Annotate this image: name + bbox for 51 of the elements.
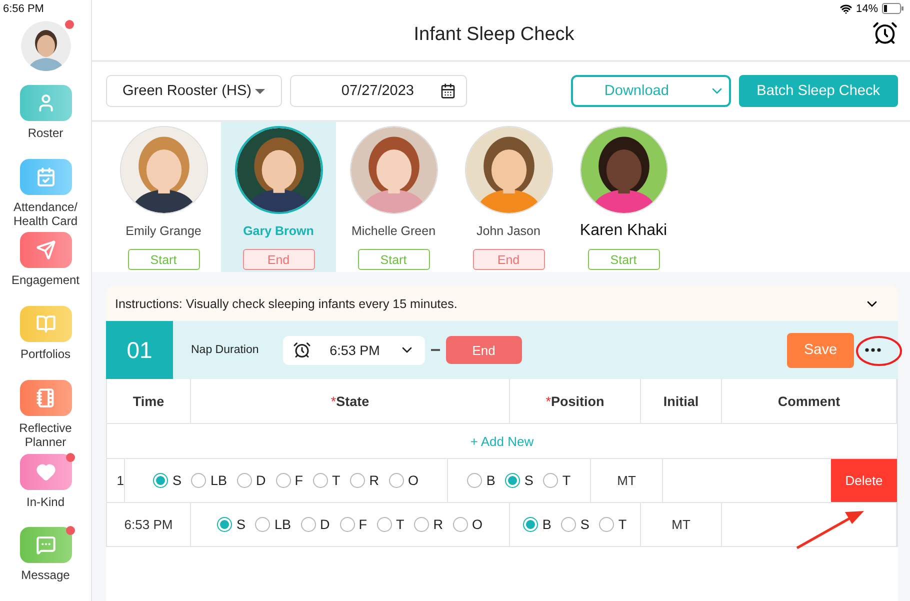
column-header: Comment: [722, 379, 897, 423]
initial-text: MT: [672, 517, 690, 532]
child-name: Gary Brown: [243, 223, 314, 240]
page-title: Infant Sleep Check: [412, 24, 576, 46]
sidebar-item[interactable]: Roster: [0, 85, 90, 159]
time-text: 6:53 PM: [124, 517, 173, 532]
column-header: Time: [107, 379, 191, 423]
date-field[interactable]: 07/27/2023: [290, 75, 467, 107]
alarm-clock-icon[interactable]: [872, 20, 898, 46]
sidebar-item[interactable]: Message: [0, 527, 90, 601]
annotation-arrow: [796, 511, 864, 550]
open-book-icon: [36, 314, 56, 334]
heart-icon: [36, 462, 56, 482]
chat-icon: [36, 535, 56, 556]
paper-plane-icon: [36, 240, 56, 260]
child-card[interactable]: John Jason End: [451, 122, 566, 272]
battery-icon: [882, 3, 904, 14]
column-header: *State: [191, 379, 510, 423]
wifi-icon: [840, 2, 852, 14]
radio-option[interactable]: LB: [255, 517, 291, 532]
child-card[interactable]: Karen Khaki Start: [566, 122, 681, 272]
instructions-text: Instructions: Visually check sleeping infants every 15 minutes.: [115, 296, 458, 310]
calendar-check-icon: [36, 166, 56, 187]
initial-text: MT: [617, 473, 636, 488]
sidebar-item[interactable]: Reflective Planner: [0, 380, 90, 454]
nap-label: Nap Duration: [191, 344, 259, 356]
child-name: Karen Khaki: [580, 222, 668, 240]
child-card[interactable]: Emily Grange Start: [106, 122, 221, 272]
sidebar-item[interactable]: Attendance/ Health Card: [0, 158, 90, 232]
delete-button[interactable]: Delete: [831, 459, 897, 502]
child-name: John Jason: [476, 223, 540, 240]
annotation-circle: [856, 336, 902, 366]
time-text: 1: [116, 473, 124, 488]
sidebar-item[interactable]: Engagement: [0, 232, 90, 306]
column-header: *Position: [510, 379, 641, 423]
notebook-icon: [36, 388, 56, 408]
battery-percent: 14%: [856, 2, 878, 14]
sidebar-item[interactable]: In-Kind: [0, 454, 90, 528]
child-card[interactable]: Michelle Green Start: [336, 122, 451, 272]
child-name: Michelle Green: [351, 223, 436, 240]
status-time: 6:56 PM: [3, 3, 44, 15]
child-name: Emily Grange: [126, 223, 202, 240]
alarm-clock-icon: [292, 341, 311, 359]
column-header: Initial: [641, 379, 722, 423]
time-picker[interactable]: 6:53 PM: [282, 336, 425, 364]
calendar-icon: [440, 83, 456, 99]
more-icon: [865, 348, 881, 352]
sidebar-item[interactable]: Portfolios: [0, 306, 90, 380]
radio-option[interactable]: LB: [191, 473, 227, 488]
classroom-select[interactable]: Green Rooster (HS): [106, 75, 282, 107]
nap-number: 01: [106, 321, 173, 379]
